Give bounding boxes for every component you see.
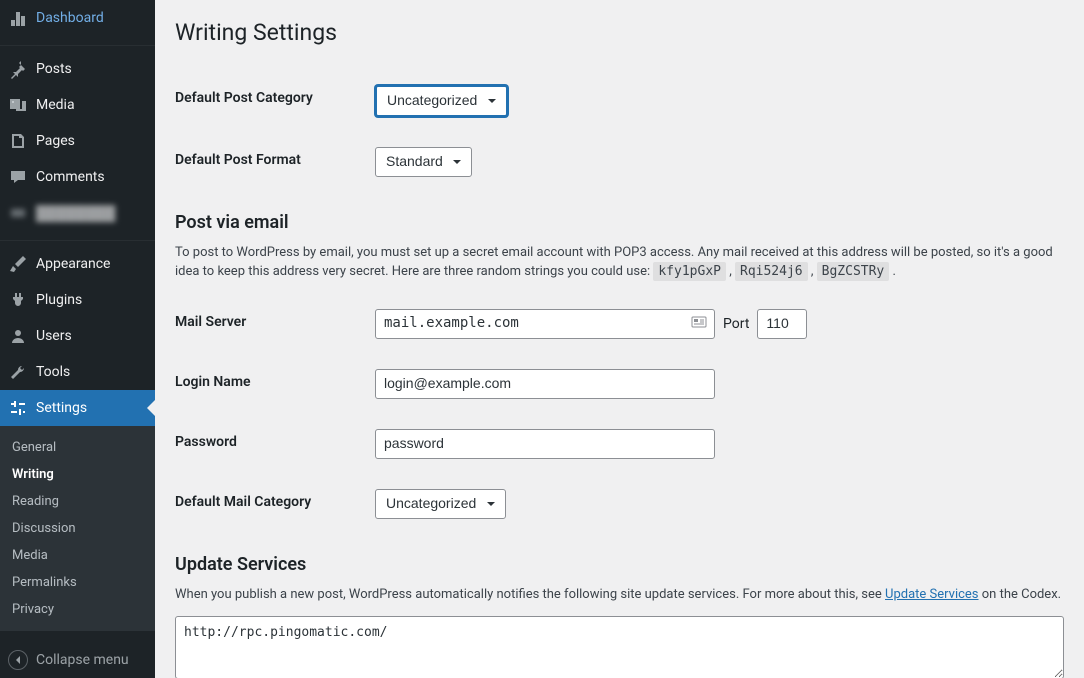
sidebar-label: Tools xyxy=(36,364,70,380)
sidebar-item-hidden[interactable]: ████████ xyxy=(0,195,155,231)
submenu-media[interactable]: Media xyxy=(0,542,155,569)
submenu-writing[interactable]: Writing xyxy=(0,461,155,488)
settings-submenu: General Writing Reading Discussion Media… xyxy=(0,426,155,631)
random-string-1: kfy1pGxP xyxy=(653,262,726,281)
collapse-icon xyxy=(8,650,28,670)
brush-icon xyxy=(8,254,28,274)
random-string-2: Rqi524j6 xyxy=(735,262,808,281)
password-label: Password xyxy=(175,414,375,474)
random-string-3: BgZCSTRy xyxy=(817,262,890,281)
sidebar-item-pages[interactable]: Pages xyxy=(0,123,155,159)
login-name-input[interactable] xyxy=(375,369,715,399)
sidebar-item-dashboard[interactable]: Dashboard xyxy=(0,0,155,36)
sidebar-item-tools[interactable]: Tools xyxy=(0,354,155,390)
sidebar-label: Settings xyxy=(36,400,87,416)
sidebar-item-settings[interactable]: Settings xyxy=(0,390,155,426)
sidebar-item-media[interactable]: Media xyxy=(0,87,155,123)
menu-separator xyxy=(0,41,155,46)
contact-card-icon xyxy=(691,314,707,334)
sidebar-item-appearance[interactable]: Appearance xyxy=(0,246,155,282)
sidebar-item-comments[interactable]: Comments xyxy=(0,159,155,195)
sidebar-label: Appearance xyxy=(36,256,110,272)
sidebar-label: Pages xyxy=(36,133,75,149)
settings-form: Default Post Category Uncategorized Defa… xyxy=(175,70,1064,192)
default-post-category-label: Default Post Category xyxy=(175,70,375,132)
wrench-icon xyxy=(8,362,28,382)
sidebar-label: Media xyxy=(36,97,75,113)
admin-sidebar: Dashboard Posts Media Pages Comments ███… xyxy=(0,0,155,678)
default-post-format-select[interactable]: Standard xyxy=(375,147,472,177)
menu-separator xyxy=(0,236,155,241)
sidebar-label: Posts xyxy=(36,61,72,77)
submenu-permalinks[interactable]: Permalinks xyxy=(0,569,155,596)
pin-icon xyxy=(8,59,28,79)
collapse-label: Collapse menu xyxy=(36,652,129,668)
sliders-icon xyxy=(8,398,28,418)
comments-icon xyxy=(8,167,28,187)
user-icon xyxy=(8,326,28,346)
page-title: Writing Settings xyxy=(175,10,1064,50)
default-mail-category-select[interactable]: Uncategorized xyxy=(375,489,506,519)
sidebar-label: Dashboard xyxy=(36,10,104,26)
sidebar-label: Comments xyxy=(36,169,105,185)
default-post-format-label: Default Post Format xyxy=(175,132,375,192)
sidebar-item-posts[interactable]: Posts xyxy=(0,51,155,87)
submenu-discussion[interactable]: Discussion xyxy=(0,515,155,542)
login-name-label: Login Name xyxy=(175,354,375,414)
plug-icon xyxy=(8,290,28,310)
sidebar-label: Users xyxy=(36,328,72,344)
submenu-privacy[interactable]: Privacy xyxy=(0,596,155,623)
port-input[interactable] xyxy=(757,309,807,339)
sidebar-item-plugins[interactable]: Plugins xyxy=(0,282,155,318)
ping-services-textarea[interactable]: http://rpc.pingomatic.com/ xyxy=(175,616,1064,678)
media-icon xyxy=(8,95,28,115)
default-post-category-select[interactable]: Uncategorized xyxy=(375,85,508,117)
pages-icon xyxy=(8,131,28,151)
blurred-icon xyxy=(8,203,28,223)
update-services-link[interactable]: Update Services xyxy=(885,587,979,602)
update-services-description: When you publish a new post, WordPress a… xyxy=(175,585,1064,605)
mail-settings-form: Mail Server Port Login Name xyxy=(175,294,1064,534)
sidebar-item-users[interactable]: Users xyxy=(0,318,155,354)
post-via-email-description: To post to WordPress by email, you must … xyxy=(175,243,1064,282)
update-services-heading: Update Services xyxy=(175,554,1064,575)
default-mail-category-label: Default Mail Category xyxy=(175,474,375,534)
post-via-email-heading: Post via email xyxy=(175,212,1064,233)
password-input[interactable] xyxy=(375,429,715,459)
submenu-reading[interactable]: Reading xyxy=(0,488,155,515)
submenu-general[interactable]: General xyxy=(0,434,155,461)
dashboard-icon xyxy=(8,8,28,28)
collapse-menu-button[interactable]: Collapse menu xyxy=(0,642,155,678)
sidebar-label: Plugins xyxy=(36,292,82,308)
mail-server-label: Mail Server xyxy=(175,294,375,354)
sidebar-label: ████████ xyxy=(36,205,115,222)
mail-server-input[interactable] xyxy=(375,309,715,339)
main-content: Writing Settings Default Post Category U… xyxy=(155,0,1084,678)
port-label: Port xyxy=(723,316,749,332)
